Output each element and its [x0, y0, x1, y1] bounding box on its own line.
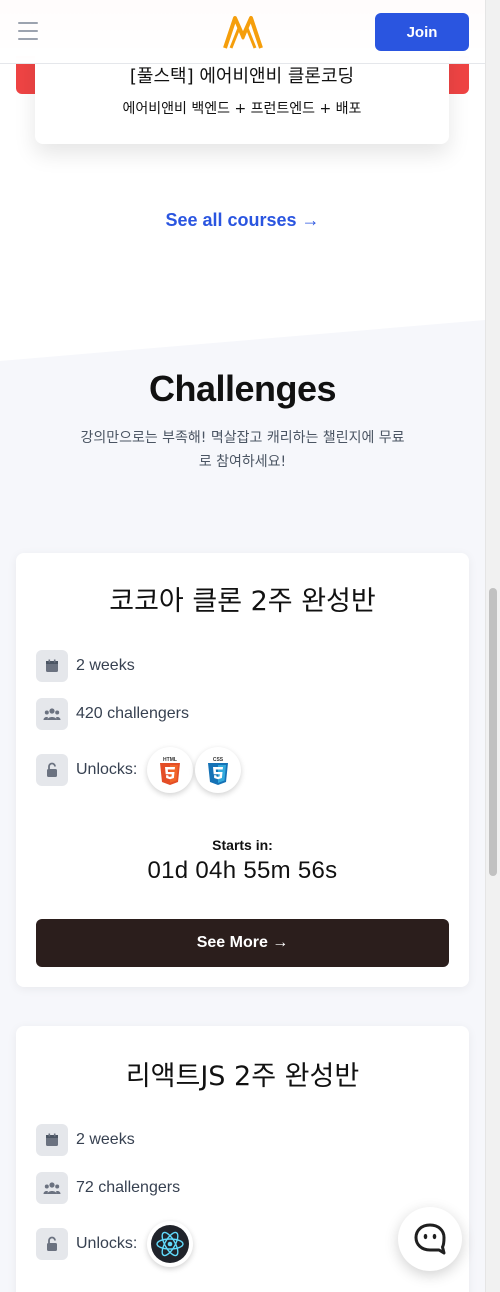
users-icon [36, 698, 68, 730]
challenges-title: Challenges [148, 368, 337, 409]
challengers-row: 420 challengers [36, 698, 189, 730]
challengers-row: 72 challengers [36, 1172, 180, 1204]
top-nav: Join [0, 0, 485, 64]
challenge-card: 코코아 클론 2주 완성반 2 weeks 420 challengers Un… [16, 553, 469, 987]
scrollbar-thumb[interactable] [489, 588, 497, 876]
react-icon [147, 1221, 194, 1267]
challenge-title: 코코아 클론 2주 완성반 [109, 586, 376, 617]
duration-text: 2 weeks [76, 657, 135, 674]
calendar-icon [36, 650, 68, 682]
join-button[interactable]: Join [375, 13, 469, 51]
duration-row: 2 weeks [36, 1124, 135, 1156]
see-more-button[interactable]: See More → [36, 919, 449, 967]
challenges-description: 강의만으로는 부족해! 멱살잡고 캐리하는 챌린지에 무료로 참여하세요! [80, 430, 405, 470]
svg-text:HTML: HTML [163, 757, 177, 763]
starts-in-label: Starts in: [212, 837, 273, 853]
unlocks-row: Unlocks: HTML CSS [36, 747, 242, 793]
challenge-title: 리액트JS 2주 완성반 [125, 1061, 360, 1092]
calendar-icon [36, 1124, 68, 1156]
nomad-logo[interactable] [222, 14, 264, 50]
unlocks-label: Unlocks: [76, 761, 138, 778]
unlocks-row: Unlocks: [36, 1221, 194, 1267]
course-title: [풀스택] 에어비앤비 클론코딩 [129, 66, 355, 87]
chat-icon [414, 1223, 446, 1255]
see-all-courses-link[interactable]: See all courses → [0, 210, 485, 231]
unlock-icon [36, 1228, 68, 1260]
challengers-text: 72 challengers [76, 1179, 181, 1196]
users-icon [36, 1172, 68, 1204]
hamburger-menu-icon[interactable] [18, 22, 38, 40]
css3-icon: CSS [195, 747, 242, 793]
duration-row: 2 weeks [36, 650, 135, 682]
scrollbar[interactable] [485, 0, 500, 1292]
svg-text:CSS: CSS [213, 757, 224, 763]
course-subtitle: 에어비앤비 백엔드 + 프런트엔드 + 배포 [122, 101, 362, 117]
challengers-text: 420 challengers [76, 705, 189, 722]
countdown-timer: 01d 04h 55m 56s [147, 857, 338, 884]
unlock-icon [36, 754, 68, 786]
unlocks-label: Unlocks: [76, 1235, 138, 1252]
chat-button[interactable] [398, 1207, 462, 1271]
duration-text: 2 weeks [76, 1131, 135, 1148]
html5-icon: HTML [147, 747, 194, 793]
